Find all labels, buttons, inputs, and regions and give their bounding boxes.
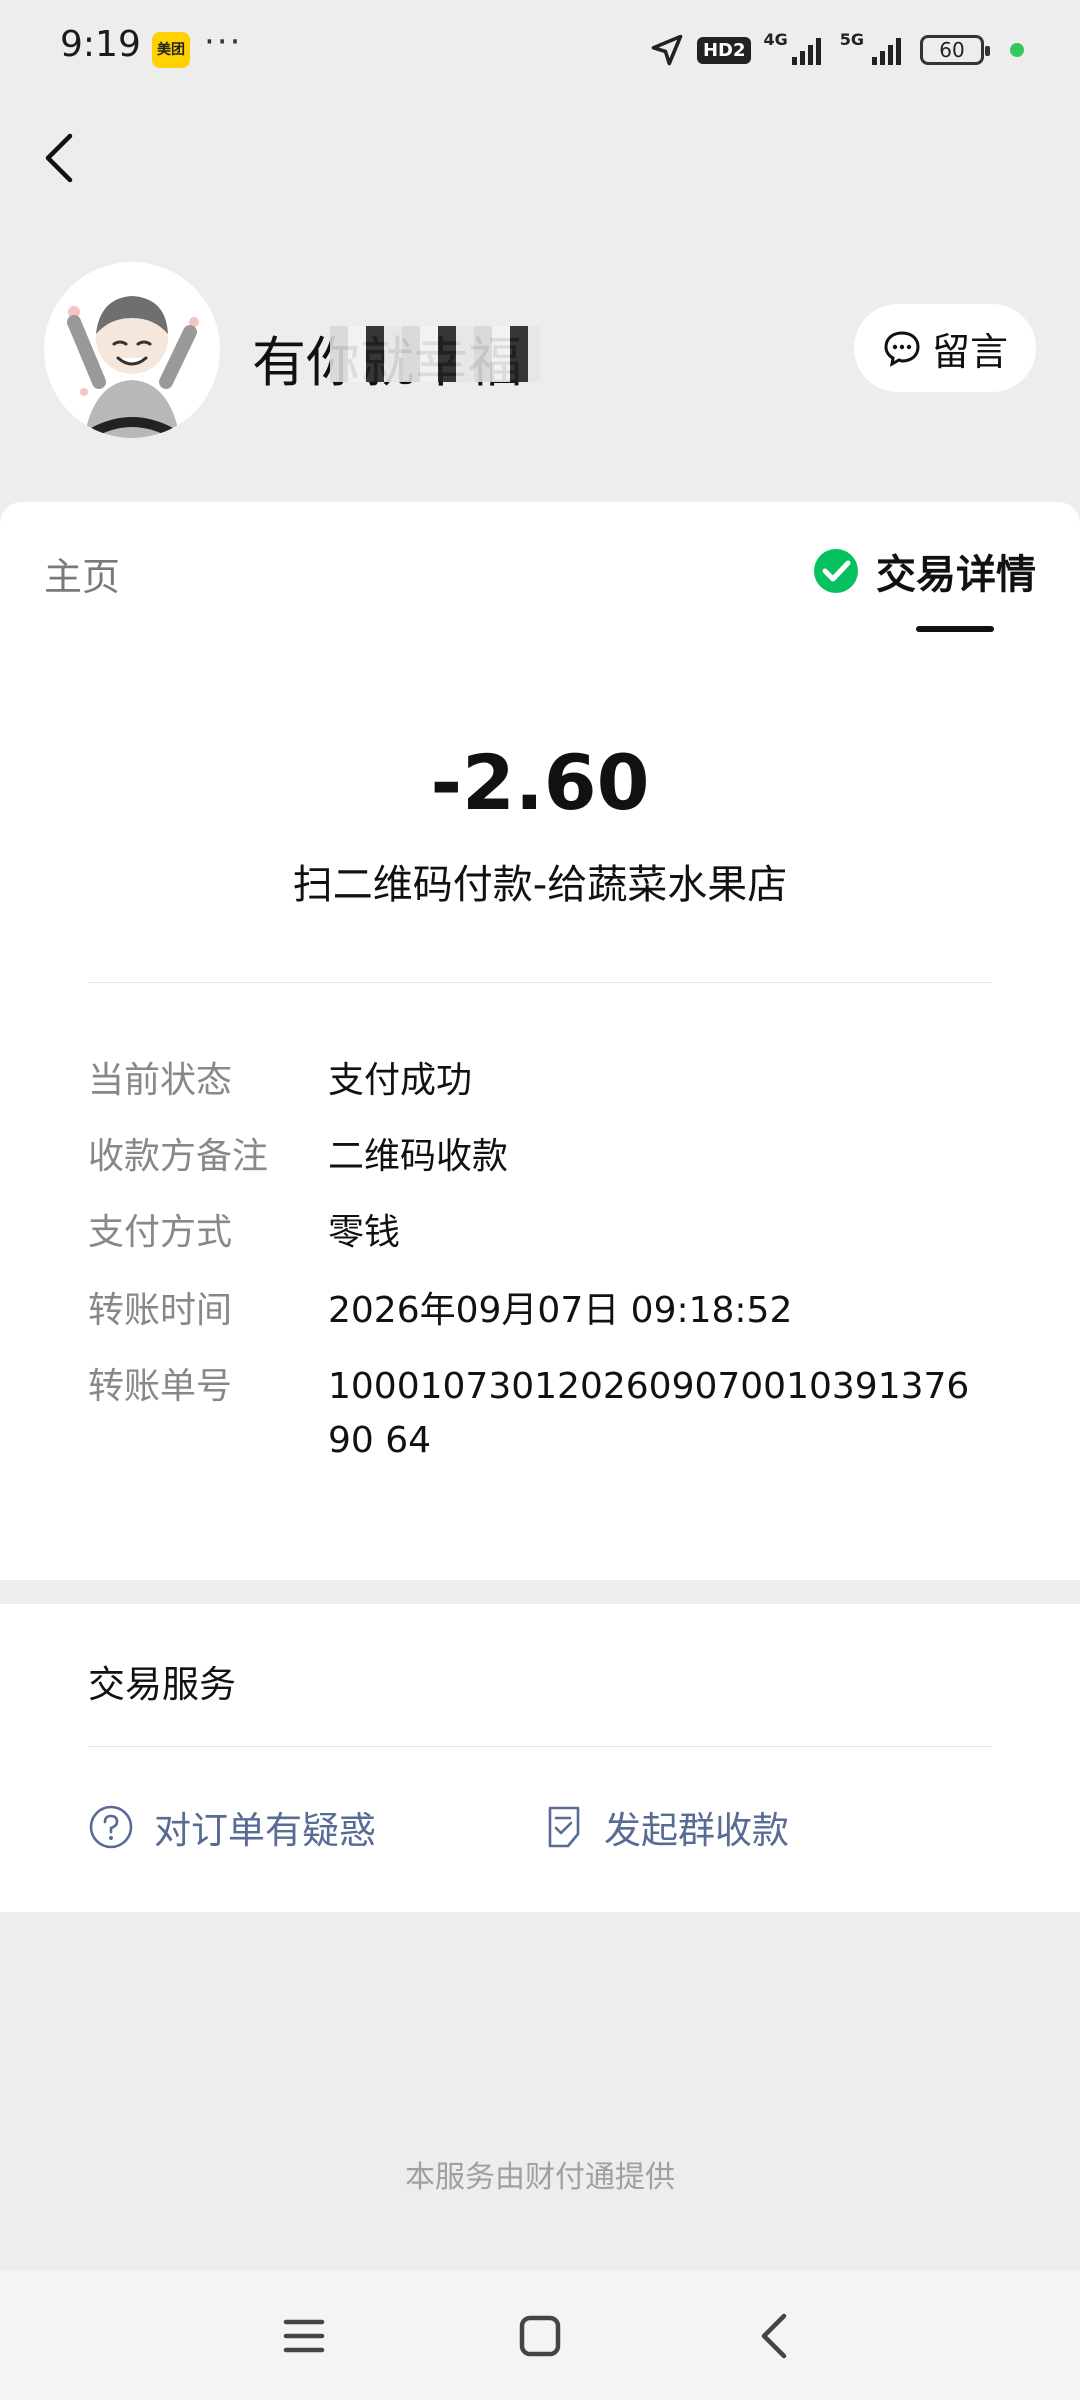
amount-divider xyxy=(88,982,992,983)
leave-message-button[interactable]: 留言 xyxy=(854,304,1036,392)
meituan-app-icon: 美团 xyxy=(152,32,190,68)
battery-icon: 60 xyxy=(920,35,990,65)
home-button[interactable] xyxy=(510,2306,570,2366)
detail-row-transfer-time: 转账时间 2026年09月07日 09:18:52 xyxy=(88,1284,992,1338)
transaction-card: 主页 交易详情 -2.60 扫二维码付款-给蔬菜水果店 当前状态 支付成功 收款… xyxy=(0,502,1080,1580)
status-bar: 9:19 美团 ··· HD2 4G 5G 60 xyxy=(0,0,1080,100)
status-indicators: HD2 4G 5G 60 xyxy=(649,30,1024,70)
detail-label: 转账时间 xyxy=(88,1290,233,1331)
order-question-link[interactable]: 对订单有疑惑 xyxy=(88,1800,376,1854)
detail-row-transfer-number: 转账单号 100010730120260907001039137690 64 xyxy=(88,1360,992,1468)
detail-label: 转账单号 xyxy=(88,1366,233,1407)
detail-value[interactable]: 100010730120260907001039137690 64 xyxy=(328,1360,992,1468)
menu-icon xyxy=(283,2319,325,2353)
detail-value: 零钱 xyxy=(328,1212,401,1253)
status-time: 9:19 xyxy=(60,24,141,65)
cartoon-avatar-image xyxy=(44,262,220,438)
question-circle-icon xyxy=(89,1805,133,1849)
detail-value: 支付成功 xyxy=(328,1060,473,1101)
avatar[interactable] xyxy=(44,262,220,438)
more-notifications-icon: ··· xyxy=(204,22,243,62)
detail-value: 二维码收款 xyxy=(328,1136,509,1177)
privacy-indicator-dot xyxy=(1010,43,1024,57)
back-button[interactable] xyxy=(40,128,80,188)
detail-row-pay-method: 支付方式 零钱 xyxy=(88,1206,992,1260)
transaction-services-card: 交易服务 对订单有疑惑 发起群收款 xyxy=(0,1604,1080,1912)
tab-home[interactable]: 主页 xyxy=(44,546,120,601)
transaction-amount: -2.60 xyxy=(430,738,650,827)
net-4g-label: 4G xyxy=(763,30,788,49)
home-square-icon xyxy=(519,2315,561,2357)
transaction-title: 扫二维码付款-给蔬菜水果店 xyxy=(292,862,788,908)
active-tab-indicator xyxy=(916,626,994,632)
name-mosaic-redaction xyxy=(330,326,540,382)
detail-row-payee-note: 收款方备注 二维码收款 xyxy=(88,1130,992,1184)
detail-label: 收款方备注 xyxy=(88,1136,269,1177)
services-title: 交易服务 xyxy=(88,1663,236,1706)
wechat-pay-icon xyxy=(814,549,858,593)
detail-label: 当前状态 xyxy=(88,1060,233,1101)
signal-4g-icon xyxy=(791,38,821,65)
system-back-button[interactable] xyxy=(746,2306,806,2366)
system-navigation-bar xyxy=(0,2270,1080,2400)
tab-transaction-detail-label: 交易详情 xyxy=(876,552,1036,598)
detail-row-status: 当前状态 支付成功 xyxy=(88,1054,992,1108)
services-divider xyxy=(88,1746,992,1747)
recent-apps-button[interactable] xyxy=(274,2306,334,2366)
tab-transaction-detail[interactable]: 交易详情 xyxy=(812,542,1036,600)
chevron-left-icon xyxy=(45,133,73,183)
chevron-left-icon xyxy=(761,2313,787,2359)
leave-message-label: 留言 xyxy=(931,329,1008,374)
hd-call-badge: HD2 xyxy=(696,36,752,64)
signal-5g-icon xyxy=(872,38,901,65)
receipt-check-icon xyxy=(548,1806,580,1848)
chat-bubble-icon xyxy=(884,331,920,367)
detail-label: 支付方式 xyxy=(88,1212,233,1253)
detail-value: 2026年09月07日 09:18:52 xyxy=(328,1290,793,1331)
order-question-label: 对订单有疑惑 xyxy=(154,1809,376,1852)
provider-footnote: 本服务由财付通提供 xyxy=(405,2160,675,2195)
group-collect-link[interactable]: 发起群收款 xyxy=(544,1800,789,1854)
group-collect-label: 发起群收款 xyxy=(604,1809,789,1852)
net-5g-label: 5G xyxy=(839,30,864,49)
location-icon xyxy=(651,34,683,66)
